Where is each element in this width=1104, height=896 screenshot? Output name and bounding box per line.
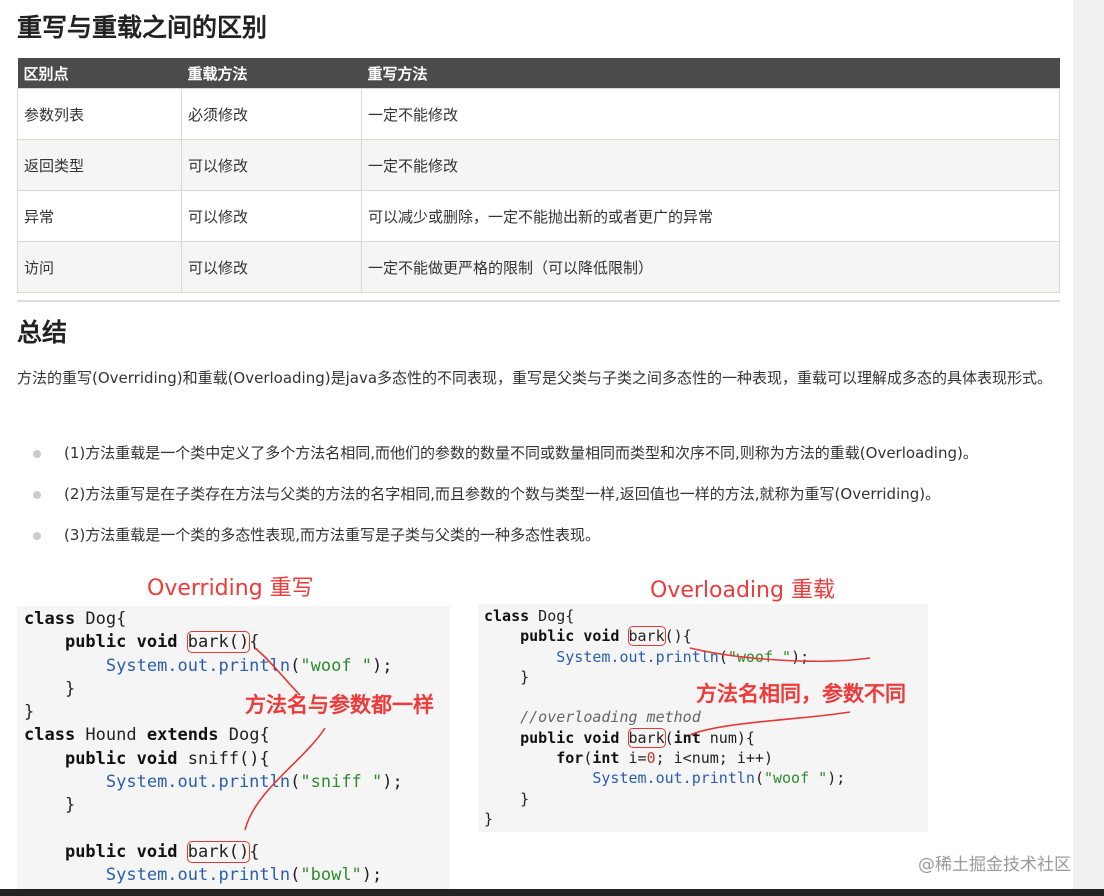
overloading-annotation: 方法名相同，参数不同 — [696, 682, 906, 706]
list-item-text: (1)方法重载是一个类中定义了多个方法名相同,而他们的参数的数量不同或数量相同而… — [64, 444, 978, 462]
table-cell: 可以修改 — [181, 139, 362, 191]
bullet-icon — [33, 450, 41, 458]
table-cell: 必须修改 — [181, 88, 362, 140]
table-row: 参数列表 必须修改 一定不能修改 — [17, 88, 1060, 140]
table-cell: 参数列表 — [17, 88, 182, 140]
overloading-code-image: class Dog{ public void bark(){ System.ou… — [478, 604, 928, 832]
table-header-row: 区别点 重载方法 重写方法 — [17, 58, 1060, 89]
table-cell: 一定不能修改 — [361, 139, 1060, 191]
table-cell: 一定不能做更严格的限制（可以降低限制） — [361, 241, 1060, 293]
watermark: @稀土掘金技术社区 — [918, 855, 1071, 875]
table-row: 访问 可以修改 一定不能做更严格的限制（可以降低限制） — [17, 241, 1060, 293]
table-header: 重写方法 — [361, 58, 1060, 89]
table-cell: 访问 — [17, 241, 182, 293]
overriding-annotation: 方法名与参数都一样 — [245, 693, 434, 717]
section-title-difference: 重写与重载之间的区别 — [17, 13, 268, 42]
scroll-gutter — [1073, 0, 1104, 896]
table-cell: 一定不能修改 — [361, 88, 1060, 140]
table-row: 返回类型 可以修改 一定不能修改 — [17, 139, 1060, 191]
list-item-text: (3)方法重载是一个类的多态性表现,而方法重写是子类与父类的一种多态性表现。 — [64, 526, 601, 544]
bullet-icon — [33, 491, 41, 499]
summary-list: (1)方法重载是一个类中定义了多个方法名相同,而他们的参数的数量不同或数量相同而… — [17, 436, 1067, 559]
summary-paragraph: 方法的重写(Overriding)和重载(Overloading)是java多态… — [17, 369, 1053, 387]
list-item: (1)方法重载是一个类中定义了多个方法名相同,而他们的参数的数量不同或数量相同而… — [17, 436, 1067, 477]
bullet-icon — [33, 532, 41, 540]
table-header: 重载方法 — [181, 58, 362, 89]
bottom-bar — [0, 889, 1104, 896]
table-cell: 可以减少或删除，一定不能抛出新的或者更广的异常 — [361, 190, 1060, 242]
table-cell: 异常 — [17, 190, 182, 242]
table-cell: 返回类型 — [17, 139, 182, 191]
section-divider — [17, 300, 1060, 302]
table-row: 异常 可以修改 可以减少或删除，一定不能抛出新的或者更广的异常 — [17, 190, 1060, 242]
overriding-label: Overriding 重写 — [147, 576, 314, 601]
table-cell: 可以修改 — [181, 241, 362, 293]
list-item: (2)方法重写是在子类存在方法与父类的方法的名字相同,而且参数的个数与类型一样,… — [17, 477, 1067, 518]
overriding-code-image: class Dog{ public void bark(){ System.ou… — [17, 606, 450, 889]
comparison-table: 区别点 重载方法 重写方法 参数列表 必须修改 一定不能修改 返回类型 可以修改… — [17, 58, 1060, 293]
section-title-summary: 总结 — [17, 318, 68, 347]
list-item: (3)方法重载是一个类的多态性表现,而方法重写是子类与父类的一种多态性表现。 — [17, 518, 1067, 559]
table-header: 区别点 — [17, 58, 182, 89]
list-item-text: (2)方法重写是在子类存在方法与父类的方法的名字相同,而且参数的个数与类型一样,… — [64, 485, 941, 503]
table-cell: 可以修改 — [181, 190, 362, 242]
overloading-label: Overloading 重载 — [650, 578, 835, 603]
